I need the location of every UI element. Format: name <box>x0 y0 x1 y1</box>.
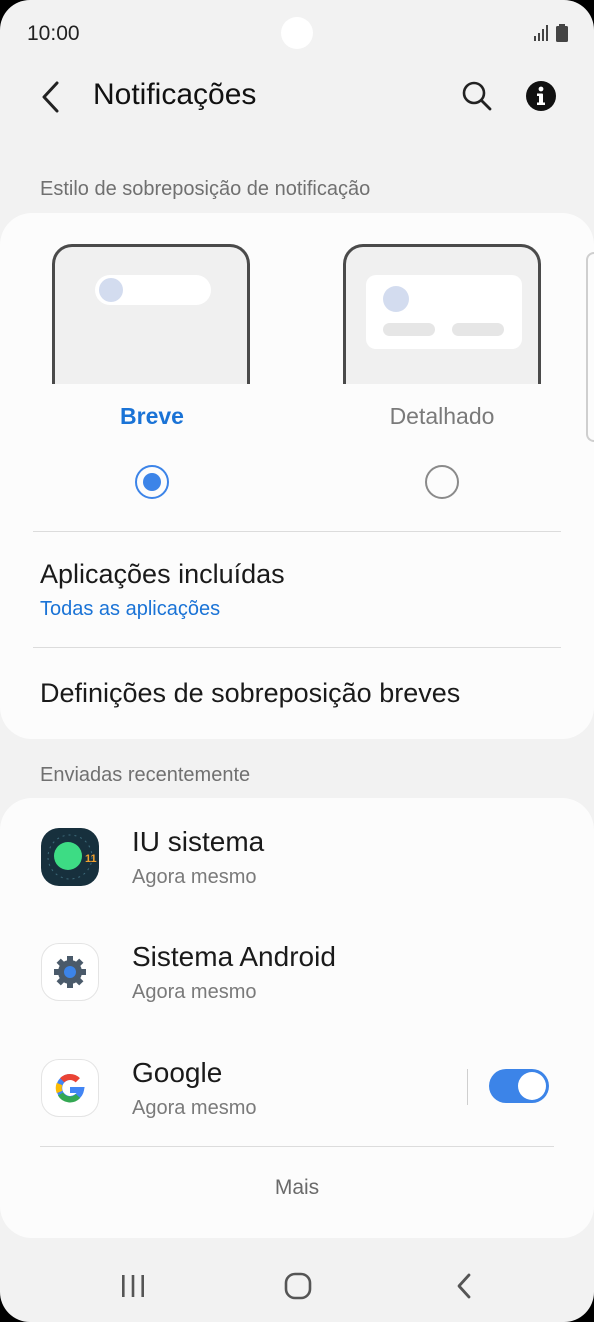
option-label-brief[interactable]: Breve <box>52 403 252 430</box>
more-button[interactable]: Mais <box>0 1176 594 1200</box>
brief-overlay-settings-row[interactable]: Definições de sobreposição breves <box>40 678 460 709</box>
included-apps-value: Todas as aplicações <box>40 598 221 620</box>
preview-pill <box>95 275 211 305</box>
divider <box>33 647 561 648</box>
recent-app-row-system-ui[interactable]: 11 IU sistema Agora mesmo <box>0 826 594 938</box>
home-icon <box>284 1272 312 1300</box>
preview-line <box>452 323 504 336</box>
recent-app-row-android-system[interactable]: Sistema Android Agora mesmo <box>0 941 594 1053</box>
status-time: 10:00 <box>27 22 80 45</box>
camera-cutout <box>281 17 313 49</box>
status-bar: 10:00 <box>0 0 594 66</box>
app-time: Agora mesmo <box>132 866 257 888</box>
recent-apps-card: 11 IU sistema Agora mesmo Sistema Androi… <box>0 798 594 1238</box>
back-button[interactable] <box>30 76 72 118</box>
brief-style-preview[interactable] <box>52 244 250 384</box>
info-button[interactable] <box>520 75 562 117</box>
toggle-separator <box>467 1069 468 1105</box>
recents-icon <box>122 1275 144 1297</box>
app-name: IU sistema <box>132 826 265 857</box>
back-nav-button[interactable] <box>434 1264 494 1308</box>
home-button[interactable] <box>268 1264 328 1308</box>
google-notifications-toggle[interactable] <box>489 1069 549 1103</box>
app-name: Google <box>132 1057 223 1088</box>
section-header-overlay-style: Estilo de sobreposição de notificação <box>40 178 371 200</box>
search-button[interactable] <box>456 75 498 117</box>
overlay-style-card: Breve Detalhado Aplicações incluídas Tod… <box>0 213 594 739</box>
app-time: Agora mesmo <box>132 1097 257 1119</box>
recent-app-row-google[interactable]: Google Agora mesmo <box>0 1057 594 1169</box>
battery-icon <box>556 24 568 42</box>
preview-dot <box>383 286 409 312</box>
preview-panel <box>366 275 522 349</box>
back-icon <box>457 1273 471 1299</box>
scroll-indicator <box>586 252 594 442</box>
preview-line <box>383 323 435 336</box>
app-bar: Notificações <box>0 66 594 128</box>
info-icon <box>526 81 556 111</box>
toggle-knob <box>518 1072 546 1100</box>
signal-icon <box>534 25 548 41</box>
android-system-gear-icon <box>41 943 99 1001</box>
detailed-style-preview[interactable] <box>343 244 541 384</box>
svg-text:11: 11 <box>85 853 97 865</box>
divider <box>40 1146 554 1147</box>
app-time: Agora mesmo <box>132 981 257 1003</box>
preview-dot <box>99 278 123 302</box>
navigation-bar <box>0 1244 594 1322</box>
option-label-detailed[interactable]: Detalhado <box>342 403 542 430</box>
page-title: Notificações <box>93 78 257 111</box>
included-apps-title: Aplicações incluídas <box>40 559 285 589</box>
back-arrow-icon <box>42 81 59 113</box>
google-g-icon <box>41 1059 99 1117</box>
system-ui-icon: 11 <box>41 828 99 886</box>
divider <box>33 531 561 532</box>
screen: 10:00 Notificações Estilo de sobreposiçã… <box>0 0 594 1322</box>
radio-brief[interactable] <box>135 465 169 499</box>
section-header-recent: Enviadas recentemente <box>40 764 251 786</box>
app-name: Sistema Android <box>132 941 336 972</box>
search-icon <box>462 81 492 111</box>
recents-button[interactable] <box>103 1264 163 1308</box>
radio-detailed[interactable] <box>425 465 459 499</box>
